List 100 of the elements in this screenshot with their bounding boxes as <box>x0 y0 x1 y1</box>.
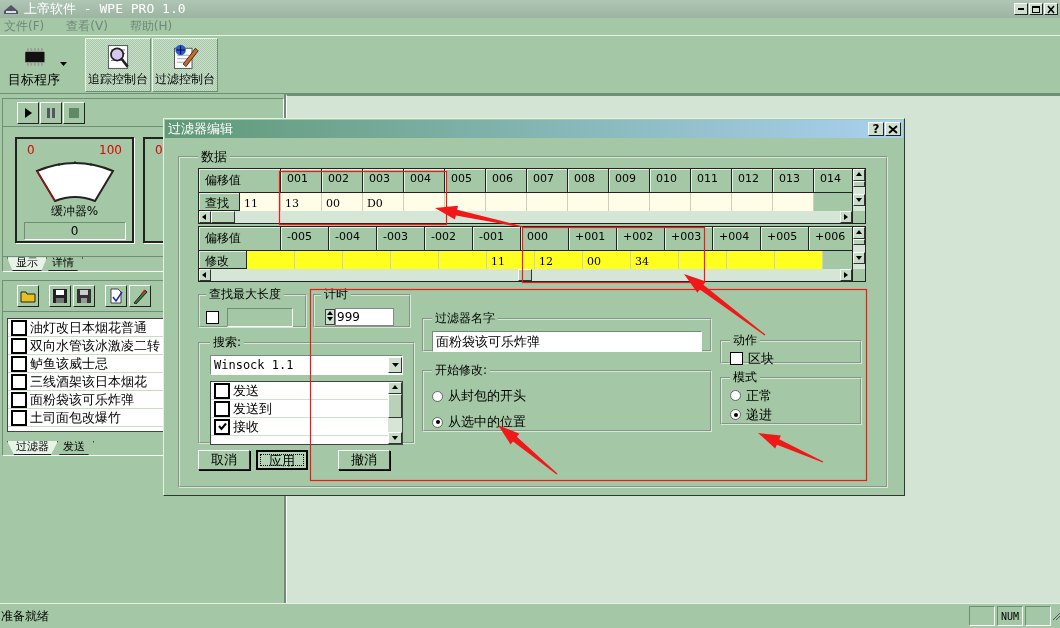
table-cell[interactable] <box>732 193 773 211</box>
checkbox[interactable] <box>11 409 27 426</box>
maximize-button[interactable] <box>1029 3 1043 15</box>
save-button[interactable] <box>49 285 71 307</box>
table-cell[interactable] <box>527 193 568 211</box>
pencil-document-icon <box>171 42 199 71</box>
filter-name[interactable]: 三线酒架该日本烟花 <box>30 372 147 391</box>
play-button[interactable] <box>17 101 39 124</box>
table-cell[interactable]: 12 <box>535 251 583 269</box>
table-cell[interactable] <box>343 251 391 269</box>
status-text: 准备就绪 <box>0 607 50 625</box>
scroll-left-button[interactable] <box>199 269 211 281</box>
scroll-up-button[interactable] <box>853 227 865 239</box>
filter-name[interactable]: 双向水管该冰激凌二转 <box>30 336 160 355</box>
table-cell[interactable]: 00 <box>583 251 631 269</box>
table-cell[interactable]: 34 <box>631 251 679 269</box>
radio-button[interactable] <box>730 390 741 401</box>
scroll-down-button[interactable] <box>853 252 865 264</box>
table-cell[interactable] <box>439 251 487 269</box>
table-cell[interactable] <box>404 193 445 211</box>
checkbox-label[interactable]: 发送 <box>233 382 259 400</box>
spin-button[interactable] <box>325 309 335 325</box>
filter-name[interactable]: 土司面包改爆竹 <box>30 408 121 427</box>
help-button[interactable]: ? <box>868 122 884 136</box>
number-field[interactable]: 999 <box>335 308 394 326</box>
table-cell[interactable] <box>609 193 650 211</box>
scroll-down-button[interactable] <box>853 194 865 206</box>
checkbox-label[interactable]: 接收 <box>233 417 259 436</box>
scroll-thumb[interactable] <box>211 211 235 223</box>
save-as-button[interactable] <box>73 285 95 307</box>
input-field[interactable]: 面粉袋该可乐炸弹 <box>432 331 702 352</box>
minimize-button[interactable] <box>1014 3 1028 15</box>
checkbox[interactable] <box>11 373 27 390</box>
table-cell[interactable] <box>568 193 609 211</box>
scroll-thumb[interactable] <box>853 181 865 187</box>
tab[interactable]: 详情 <box>43 257 83 271</box>
table-cell[interactable] <box>691 193 732 211</box>
checkbox[interactable] <box>11 355 27 372</box>
radio-label[interactable]: 正常 <box>746 386 772 405</box>
filter-name[interactable]: 油灯改日本烟花普通 <box>30 319 147 337</box>
table-cell[interactable] <box>486 193 527 211</box>
scroll-right-button[interactable] <box>840 269 852 281</box>
checkbox[interactable] <box>11 337 27 354</box>
filter-name[interactable]: 面粉袋该可乐炸弹 <box>30 390 134 409</box>
dialog-button[interactable]: 取消 <box>198 450 250 470</box>
column-header: 偏移值 <box>199 169 281 193</box>
radio-button[interactable] <box>432 390 443 402</box>
scroll-right-button[interactable] <box>840 211 852 223</box>
scroll-thumb[interactable] <box>388 394 402 418</box>
radio-label[interactable]: 递进 <box>746 405 772 424</box>
checkbox[interactable] <box>206 311 219 324</box>
table-cell[interactable] <box>445 193 486 211</box>
radio-button[interactable] <box>432 416 443 428</box>
checkbox[interactable] <box>730 352 743 365</box>
checkbox[interactable] <box>214 400 230 417</box>
scroll-up-button[interactable] <box>853 169 865 181</box>
pen-button[interactable] <box>129 285 151 307</box>
table-cell[interactable] <box>775 251 823 269</box>
table-cell[interactable] <box>295 251 343 269</box>
dialog-button[interactable]: 应用 <box>256 450 308 470</box>
checkbox-label[interactable]: 发送到 <box>233 399 272 418</box>
close-button[interactable] <box>885 122 901 136</box>
table-cell[interactable] <box>679 251 727 269</box>
checkbox[interactable] <box>11 391 27 408</box>
checkbox-label[interactable]: 区块 <box>748 349 774 368</box>
table-cell[interactable]: 00 <box>322 193 363 211</box>
radio-label[interactable]: 从选中的位置 <box>448 413 526 431</box>
dialog-button[interactable]: 撤消 <box>338 450 390 470</box>
toolbar-button[interactable]: 过滤控制台 <box>152 37 218 92</box>
table-cell[interactable]: 13 <box>281 193 322 211</box>
radio-button[interactable] <box>730 409 741 420</box>
close-button[interactable] <box>1044 3 1058 15</box>
document-check-button[interactable] <box>105 285 127 307</box>
checkbox[interactable] <box>11 319 27 336</box>
folder-button[interactable] <box>17 285 39 307</box>
scroll-thumb[interactable] <box>853 239 865 245</box>
input-field[interactable] <box>227 308 293 327</box>
scroll-up-button[interactable] <box>388 382 402 394</box>
table-cell[interactable] <box>650 193 691 211</box>
table-cell[interactable] <box>727 251 775 269</box>
table-cell[interactable]: 11 <box>487 251 535 269</box>
tab[interactable]: 过滤器 <box>7 441 58 455</box>
radio-label[interactable]: 从封包的开头 <box>448 387 526 405</box>
dropdown-field[interactable]: Winsock 1.1 <box>210 355 403 375</box>
table-cell[interactable]: 11 <box>240 193 281 211</box>
scroll-left-button[interactable] <box>199 211 211 223</box>
toolbar-button[interactable]: 追踪控制台 <box>85 37 151 92</box>
checkbox[interactable] <box>214 418 230 435</box>
stop-button[interactable] <box>63 101 85 124</box>
table-cell[interactable] <box>391 251 439 269</box>
table-cell[interactable]: D0 <box>363 193 404 211</box>
pause-button[interactable] <box>40 101 62 124</box>
checkbox[interactable] <box>214 382 230 399</box>
toolbar-button[interactable]: 目标程序 <box>6 37 84 92</box>
annotation-arrow <box>758 433 824 463</box>
tab[interactable]: 显示 <box>7 257 47 271</box>
table-cell[interactable] <box>247 251 295 269</box>
filter-name[interactable]: 鲈鱼该威士忌 <box>30 354 108 373</box>
table-cell[interactable] <box>773 193 814 211</box>
scroll-down-button[interactable] <box>388 432 402 444</box>
